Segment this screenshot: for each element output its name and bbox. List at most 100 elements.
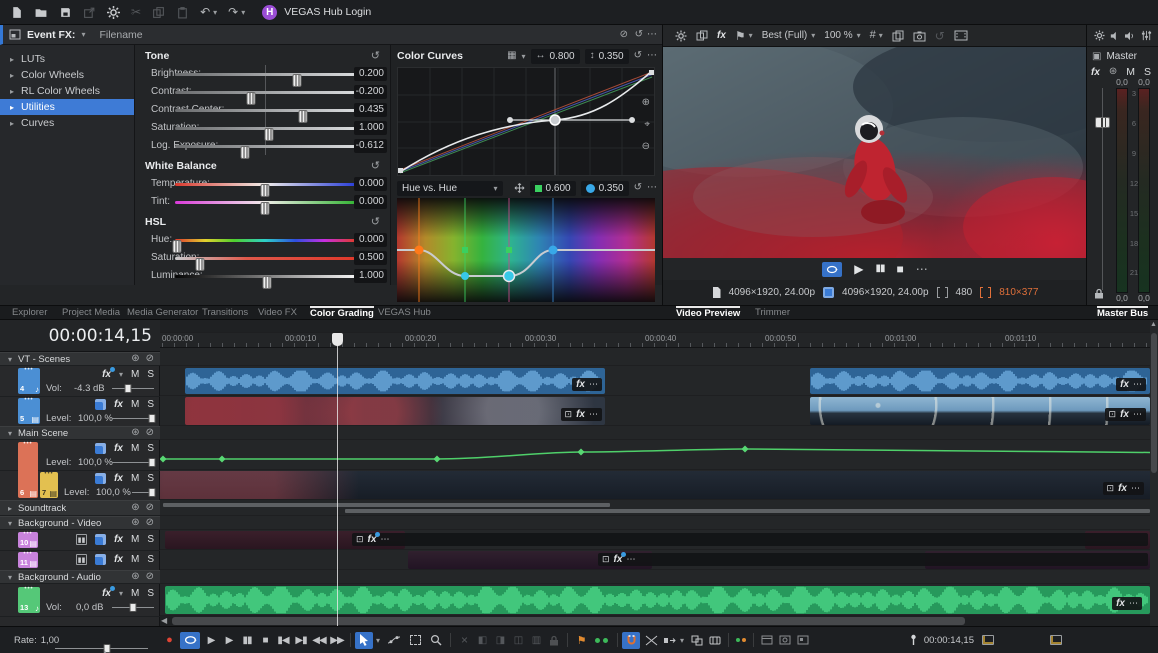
expand-icon[interactable]: ▸	[10, 71, 14, 80]
paste-icon[interactable]	[176, 6, 189, 19]
mute-button[interactable]: M	[131, 399, 139, 410]
record-button[interactable]: ●	[160, 634, 178, 646]
hue-value[interactable]: 0.000	[354, 233, 387, 247]
slider-handle[interactable]	[149, 414, 156, 423]
solo-button[interactable]: S	[147, 399, 154, 410]
mute-button[interactable]: M	[131, 554, 139, 565]
hue-more-icon[interactable]: ⋯	[647, 183, 657, 193]
solo-button[interactable]: S	[147, 443, 154, 454]
envelope-tool-icon[interactable]	[387, 634, 401, 646]
group-bypass-icon[interactable]: ⊘	[146, 354, 154, 364]
slider-handle[interactable]	[262, 276, 271, 289]
group-header-main-scene[interactable]: ▾ Main Scene ⊛⊘	[0, 426, 160, 440]
track-header-13[interactable]: •••13♪ fx ▾ M S Vol: 0,0 dB	[0, 584, 160, 617]
play-button[interactable]: ▶	[220, 635, 238, 646]
contrast-center-value[interactable]: 0.435	[354, 103, 387, 117]
luminance-value[interactable]: 1.000	[354, 269, 387, 283]
snap-toggle-button[interactable]	[622, 632, 640, 649]
mixer-settings-icon[interactable]	[1094, 30, 1105, 41]
collapse-icon[interactable]: ▾	[8, 429, 12, 438]
more-icon[interactable]: ⋯	[380, 534, 389, 545]
luminance-slider[interactable]	[175, 275, 355, 278]
clip-fx-badge[interactable]: ⊡fx⋯	[352, 533, 1148, 546]
more-icon[interactable]: ⋯	[589, 379, 598, 390]
group-header-background-audio[interactable]: ▾ Background - Audio ⊛⊘	[0, 570, 160, 584]
play-button[interactable]: ▶	[854, 263, 863, 275]
more-icon[interactable]: ⋯	[626, 554, 635, 565]
volume-slider[interactable]	[112, 607, 154, 608]
timecode-display[interactable]: 00:00:14,15	[0, 320, 160, 352]
crop-icon[interactable]: ⊡	[565, 409, 573, 420]
tab-transitions[interactable]: Transitions	[202, 306, 248, 321]
crop-icon[interactable]: ⊡	[1107, 483, 1115, 494]
collapse-icon[interactable]: ▸	[8, 504, 12, 513]
track-fx-button[interactable]: fx	[102, 369, 111, 380]
preview-zoom-dropdown[interactable]: 100 %▾	[824, 30, 860, 41]
split-screen-icon[interactable]	[696, 30, 708, 42]
hue-x-value[interactable]: 0.600	[546, 183, 571, 194]
mute-button[interactable]: M	[131, 534, 139, 545]
curve-y-value[interactable]: 0.350	[599, 51, 624, 62]
crop-icon[interactable]: ⊡	[602, 554, 610, 565]
trim-start-icon[interactable]: ◧	[473, 635, 491, 646]
composite-level-envelope[interactable]	[160, 440, 1150, 470]
scrollbar-handle[interactable]	[1151, 333, 1157, 473]
ignore-grouping-icon[interactable]	[691, 635, 703, 646]
solo-button[interactable]: S	[147, 534, 154, 545]
loop-playback-button[interactable]	[180, 632, 200, 649]
playhead-line[interactable]	[337, 333, 338, 626]
collapse-icon[interactable]: ▾	[8, 355, 12, 364]
mixer-window-icon[interactable]	[761, 635, 773, 646]
track-header-10[interactable]: •••10▤ ▮▮ fx M S	[0, 530, 160, 551]
cursor-position-value[interactable]: 00:00:14,15	[924, 635, 974, 646]
loop-playback-button[interactable]	[822, 262, 842, 277]
sidebar-item-rl-color-wheels[interactable]: ▸RL Color Wheels	[0, 83, 134, 99]
loop-preview-icon[interactable]: ↺	[935, 30, 945, 42]
normal-edit-tool-button[interactable]	[355, 632, 373, 649]
track-color-chip[interactable]: •••5▤	[18, 398, 40, 424]
track-area[interactable]: 00:00:00 00:00:10 00:00:20 00:00:30 00:0…	[160, 320, 1150, 626]
track-fx-button[interactable]: fx	[102, 588, 111, 599]
slider-handle[interactable]	[149, 458, 156, 467]
more-icon[interactable]: ⋯	[1131, 483, 1140, 494]
master-fader-handle[interactable]	[1095, 117, 1110, 128]
timecode-value[interactable]: 00:00:14,15	[49, 326, 152, 346]
pan-crop-icon[interactable]	[95, 473, 106, 484]
trim-end-icon[interactable]: ◨	[491, 635, 509, 646]
group-fx-icon[interactable]: ⊛	[131, 518, 139, 528]
ripple-caret[interactable]: ▾	[680, 636, 684, 645]
clip-fx-badge[interactable]: ⊡fx⋯	[1105, 408, 1146, 421]
redo-caret-icon[interactable]: ▾	[241, 8, 245, 17]
clip-fx-badge[interactable]: ⊡fx⋯	[598, 553, 1148, 566]
insert-marker-button[interactable]: ⚑	[572, 634, 590, 647]
track-fx-button[interactable]: fx	[114, 473, 123, 484]
video-scopes-icon[interactable]	[779, 635, 791, 646]
tab-explorer[interactable]: Explorer	[12, 306, 47, 321]
track-motion-icon[interactable]: ▮▮	[76, 554, 87, 565]
more-icon[interactable]: ⋯	[1133, 379, 1142, 390]
brightness-slider[interactable]	[175, 73, 355, 76]
pause-button[interactable]: ▮▮	[238, 635, 256, 646]
master-fx-button[interactable]: fx	[1091, 67, 1100, 78]
rate-slider[interactable]	[55, 648, 148, 649]
scroll-left-icon[interactable]: ◀	[161, 616, 167, 625]
mute-button[interactable]: M	[131, 443, 139, 454]
auto-crossfade-icon[interactable]	[645, 635, 658, 646]
group-bypass-icon[interactable]: ⊘	[146, 503, 154, 513]
saturation-value[interactable]: 1.000	[354, 121, 387, 135]
curve-editor[interactable]: ⊕ ⌖ ⊖	[397, 67, 655, 176]
group-fx-icon[interactable]: ⊛	[131, 354, 139, 364]
solo-button[interactable]: S	[147, 554, 154, 565]
hsl-reset-icon[interactable]: ↺	[371, 215, 380, 228]
tone-reset-icon[interactable]: ↺	[371, 49, 380, 62]
hsl-saturation-value[interactable]: 0.500	[354, 251, 387, 265]
sidebar-item-utilities[interactable]: ▸Utilities	[0, 99, 134, 115]
selection-tool-icon[interactable]	[410, 635, 421, 645]
track-fx-caret[interactable]: ▾	[119, 370, 123, 379]
stop-button[interactable]: ■	[256, 635, 274, 646]
preview-fx-icon[interactable]: fx	[717, 30, 726, 41]
level-slider[interactable]	[112, 462, 154, 463]
save-project-icon[interactable]	[59, 6, 72, 19]
rewind-button[interactable]: ◀◀	[310, 635, 328, 646]
group-events-icon[interactable]	[709, 635, 721, 646]
